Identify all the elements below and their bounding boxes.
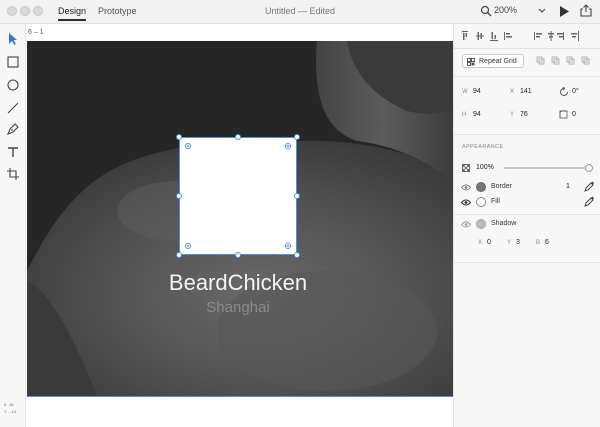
opacity-slider-fill bbox=[504, 167, 590, 169]
zoom-level[interactable]: 200% bbox=[494, 5, 517, 15]
opacity-slider[interactable] bbox=[504, 164, 593, 172]
fill-visibility-eye-icon[interactable] bbox=[461, 199, 471, 206]
rotation-icon bbox=[560, 87, 568, 96]
title-bar: Design Prototype Untitled — Edited 200% bbox=[0, 0, 600, 24]
artboard[interactable]: BeardChicken Shanghai bbox=[27, 41, 453, 396]
corner-radius-icon bbox=[559, 110, 568, 119]
text-tool-icon[interactable] bbox=[6, 145, 20, 159]
shadow-color-swatch[interactable] bbox=[476, 219, 486, 229]
cursor-y-readout: Y -14 bbox=[4, 411, 17, 415]
line-tool-icon[interactable] bbox=[6, 101, 20, 115]
name-text[interactable]: BeardChicken bbox=[27, 270, 449, 296]
x-field[interactable]: 141 bbox=[520, 88, 532, 95]
cursor-x-readout: X 19 bbox=[4, 404, 14, 408]
corner-radius-field[interactable]: 0 bbox=[572, 111, 576, 118]
opacity-field[interactable]: 100% bbox=[476, 164, 494, 171]
shadow-x-field[interactable]: 0 bbox=[487, 239, 491, 246]
tools-panel: X 19 Y -14 bbox=[0, 24, 26, 427]
y-field[interactable]: 76 bbox=[520, 111, 528, 118]
play-preview-icon[interactable] bbox=[559, 6, 569, 17]
repeat-grid-label: Repeat Grid bbox=[479, 58, 517, 65]
height-field[interactable]: 94 bbox=[473, 111, 481, 118]
rectangle-tool-icon[interactable] bbox=[6, 55, 20, 69]
shadow-x-label: X bbox=[478, 240, 483, 246]
canvas-below-artboard bbox=[27, 396, 453, 427]
border-width-field[interactable]: 1 bbox=[566, 183, 570, 190]
fill-eyedropper-icon[interactable] bbox=[584, 196, 594, 207]
share-icon[interactable] bbox=[580, 4, 592, 17]
shadow-y-label: Y bbox=[507, 240, 512, 246]
shadow-visibility-eye-icon[interactable] bbox=[461, 221, 471, 228]
boolean-ops-icons[interactable] bbox=[536, 56, 594, 66]
shadow-blur-label: B bbox=[536, 240, 541, 246]
eyedropper-icon[interactable] bbox=[584, 181, 594, 192]
chevron-down-icon[interactable] bbox=[538, 8, 546, 14]
shadow-label: Shadow bbox=[491, 220, 517, 227]
artboard-label[interactable]: 6 – 1 bbox=[28, 29, 44, 36]
width-label: W bbox=[462, 89, 468, 95]
appearance-heading: APPEARANCE bbox=[462, 144, 504, 150]
fill-color-swatch[interactable] bbox=[476, 197, 486, 207]
height-label: H bbox=[462, 112, 467, 118]
width-field[interactable]: 94 bbox=[473, 88, 481, 95]
pen-tool-icon[interactable] bbox=[6, 122, 20, 136]
opacity-slider-thumb[interactable] bbox=[585, 164, 593, 172]
border-label: Border bbox=[491, 183, 513, 190]
select-tool-icon[interactable] bbox=[6, 32, 20, 46]
repeat-grid-icon bbox=[467, 58, 475, 66]
rotation-field[interactable]: 0° bbox=[572, 88, 579, 95]
city-text[interactable]: Shanghai bbox=[27, 299, 449, 316]
artboard-tool-icon[interactable] bbox=[6, 167, 20, 181]
fill-label: Fill bbox=[491, 198, 500, 205]
zoom-search-icon[interactable] bbox=[480, 5, 492, 17]
x-label: X bbox=[510, 89, 515, 95]
border-visibility-eye-icon[interactable] bbox=[461, 184, 471, 191]
property-inspector: Repeat Grid W 94 X 141 0° H 94 Y 76 0 AP… bbox=[453, 24, 600, 427]
selected-rectangle[interactable] bbox=[179, 137, 297, 255]
align-toolbar-icons[interactable] bbox=[460, 30, 596, 42]
border-color-swatch[interactable] bbox=[476, 182, 486, 192]
shadow-y-field[interactable]: 3 bbox=[516, 239, 520, 246]
y-label: Y bbox=[510, 112, 515, 118]
ellipse-tool-icon[interactable] bbox=[6, 78, 20, 92]
shadow-blur-field[interactable]: 6 bbox=[545, 239, 549, 246]
opacity-icon bbox=[462, 164, 470, 172]
repeat-grid-button[interactable]: Repeat Grid bbox=[462, 54, 524, 68]
